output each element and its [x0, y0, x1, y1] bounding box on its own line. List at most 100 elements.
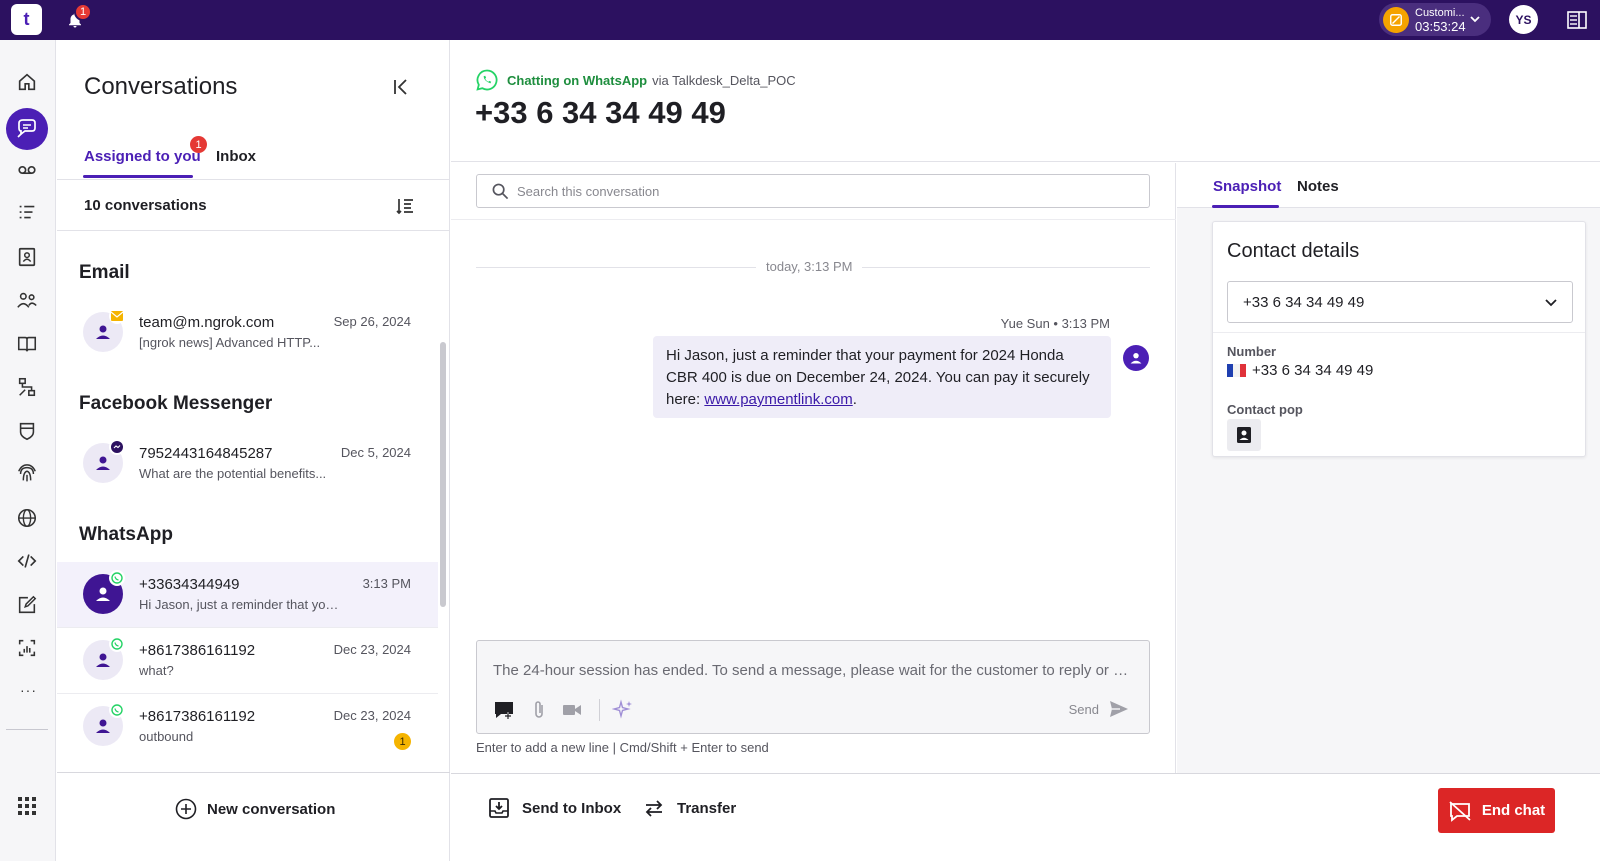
bottom-divider: [57, 772, 450, 773]
composer-separator: [599, 699, 600, 721]
send-button[interactable]: Send: [1069, 700, 1129, 718]
contact-number-select[interactable]: +33 6 34 34 49 49: [1227, 281, 1573, 323]
chat-separator: [451, 219, 1176, 220]
send-to-inbox-label: Send to Inbox: [522, 799, 622, 817]
end-chat-button[interactable]: End chat: [1438, 788, 1555, 833]
flows-icon[interactable]: [14, 374, 40, 400]
chevron-down-icon: [1545, 299, 1557, 307]
contact-card-icon: [1237, 427, 1251, 443]
conversation-date: Dec 5, 2024: [340, 445, 411, 460]
side-panel-toggle-icon[interactable]: [1566, 9, 1588, 31]
app-grid-icon[interactable]: [14, 793, 40, 819]
section-heading-messenger: Facebook Messenger: [79, 393, 273, 414]
nav-divider: [6, 729, 48, 730]
video-icon[interactable]: [561, 699, 583, 721]
payment-link[interactable]: www.paymentlink.com: [704, 391, 852, 408]
attachment-icon[interactable]: [529, 699, 549, 721]
status-name: Customi...: [1415, 6, 1465, 19]
globe-icon[interactable]: [14, 505, 40, 531]
more-apps-icon[interactable]: ···: [20, 682, 37, 698]
contacts-icon[interactable]: [14, 244, 40, 270]
chat-header: Chatting on WhatsApp via Talkdesk_Delta_…: [451, 40, 1600, 162]
card-separator: [1213, 332, 1585, 333]
conversation-name: +33634344949: [139, 576, 240, 593]
conversation-preview: What are the potential benefits...: [139, 466, 327, 481]
tab-inbox[interactable]: Inbox: [216, 148, 256, 165]
sort-icon[interactable]: [395, 196, 415, 216]
conversation-count: 10 conversations: [84, 197, 207, 214]
send-to-inbox-button[interactable]: Send to Inbox: [488, 797, 621, 819]
number-value-row: +33 6 34 34 49 49: [1227, 362, 1373, 379]
number-value: +33 6 34 34 49 49: [1252, 362, 1374, 379]
notification-badge: 1: [74, 3, 92, 21]
transfer-icon: [645, 800, 663, 817]
message-end: .: [852, 391, 857, 408]
search-icon: [492, 183, 509, 199]
conversation-date: Dec 23, 2024: [333, 708, 411, 723]
collapse-panel-icon[interactable]: [392, 78, 410, 96]
tab-badge: 1: [190, 136, 207, 153]
edit-note-icon[interactable]: [14, 592, 40, 618]
inbox-icon: [489, 798, 509, 818]
contact-pop-label: Contact pop: [1227, 402, 1303, 417]
contact-details-card: Contact details +33 6 34 34 49 49 Number…: [1212, 221, 1586, 457]
new-conversation-button[interactable]: New conversation: [175, 798, 335, 820]
talkdesk-logo[interactable]: t: [11, 4, 42, 35]
active-tab-indicator: [83, 175, 193, 178]
top-bar: t 1 Customi... 03:53:24 YS: [0, 0, 1600, 40]
tabs-divider: [57, 179, 450, 180]
unread-badge: 1: [394, 733, 411, 750]
conversation-item[interactable]: team@m.ngrok.com [ngrok news] Advanced H…: [57, 300, 438, 366]
status-icon: [1383, 6, 1409, 33]
message-composer[interactable]: The 24-hour session has ended. To send a…: [476, 640, 1150, 734]
chevron-down-icon: [1469, 13, 1481, 25]
conversation-item[interactable]: +8617386161192 what? Dec 23, 2024: [57, 628, 438, 694]
end-chat-label: End chat: [1481, 802, 1546, 819]
voicemail-icon[interactable]: [14, 157, 40, 183]
user-avatar[interactable]: YS: [1509, 5, 1538, 34]
analytics-icon[interactable]: [14, 635, 40, 661]
tab-snapshot[interactable]: Snapshot: [1213, 178, 1281, 195]
active-tab-indicator: [1212, 205, 1279, 208]
conversations-nav-icon[interactable]: [6, 108, 48, 150]
shield-icon[interactable]: [14, 418, 40, 444]
card-title: Contact details: [1227, 240, 1360, 262]
activity-list-icon[interactable]: [14, 200, 40, 226]
channel-via: via Talkdesk_Delta_POC: [652, 72, 796, 88]
search-input[interactable]: [517, 183, 1117, 199]
conversation-search[interactable]: [476, 174, 1150, 208]
channel-label: Chatting on WhatsApp: [507, 72, 648, 88]
contact-snapshot-panel: Snapshot Notes Contact details +33 6 34 …: [1177, 163, 1600, 773]
conversation-date: Dec 23, 2024: [333, 642, 411, 657]
conversation-name: +8617386161192: [139, 708, 256, 725]
tab-notes[interactable]: Notes: [1297, 178, 1339, 195]
knowledge-book-icon[interactable]: [14, 331, 40, 357]
conversation-item[interactable]: 7952443164845287 What are the potential …: [57, 431, 438, 497]
team-icon[interactable]: [14, 287, 40, 313]
messenger-channel-icon: [109, 439, 125, 455]
conversation-item-selected[interactable]: +33634344949 Hi Jason, just a reminder t…: [57, 562, 438, 628]
tab-assigned-to-you[interactable]: Assigned to you: [84, 148, 201, 165]
conversation-preview: what?: [139, 663, 174, 678]
number-label: Number: [1227, 344, 1277, 359]
code-icon[interactable]: [14, 548, 40, 574]
conversation-list-scrollbar[interactable]: [440, 342, 446, 607]
section-heading-whatsapp: WhatsApp: [79, 524, 173, 545]
send-label: Send: [1068, 701, 1099, 717]
quick-reply-icon[interactable]: [493, 699, 515, 721]
whatsapp-channel-icon: [109, 636, 125, 652]
conversation-item[interactable]: +8617386161192 outbound Dec 23, 2024 1: [57, 694, 438, 760]
end-chat-icon: [1449, 800, 1471, 822]
contact-pop-button[interactable]: [1227, 419, 1261, 451]
whatsapp-channel-icon: [109, 702, 125, 718]
agent-status-selector[interactable]: Customi... 03:53:24: [1379, 3, 1491, 36]
ai-sparkle-icon[interactable]: [612, 699, 634, 721]
conversation-name: +8617386161192: [139, 642, 256, 659]
message-bubble: Hi Jason, just a reminder that your paym…: [653, 336, 1111, 418]
conversation-preview: Hi Jason, just a reminder that your paym…: [139, 597, 339, 612]
conversation-preview: outbound: [139, 729, 194, 744]
conversation-list: Email team@m.ngrok.com [ngrok news] Adva…: [57, 231, 438, 771]
home-icon[interactable]: [14, 69, 40, 95]
transfer-button[interactable]: Transfer: [643, 797, 736, 819]
fingerprint-icon[interactable]: [14, 461, 40, 487]
